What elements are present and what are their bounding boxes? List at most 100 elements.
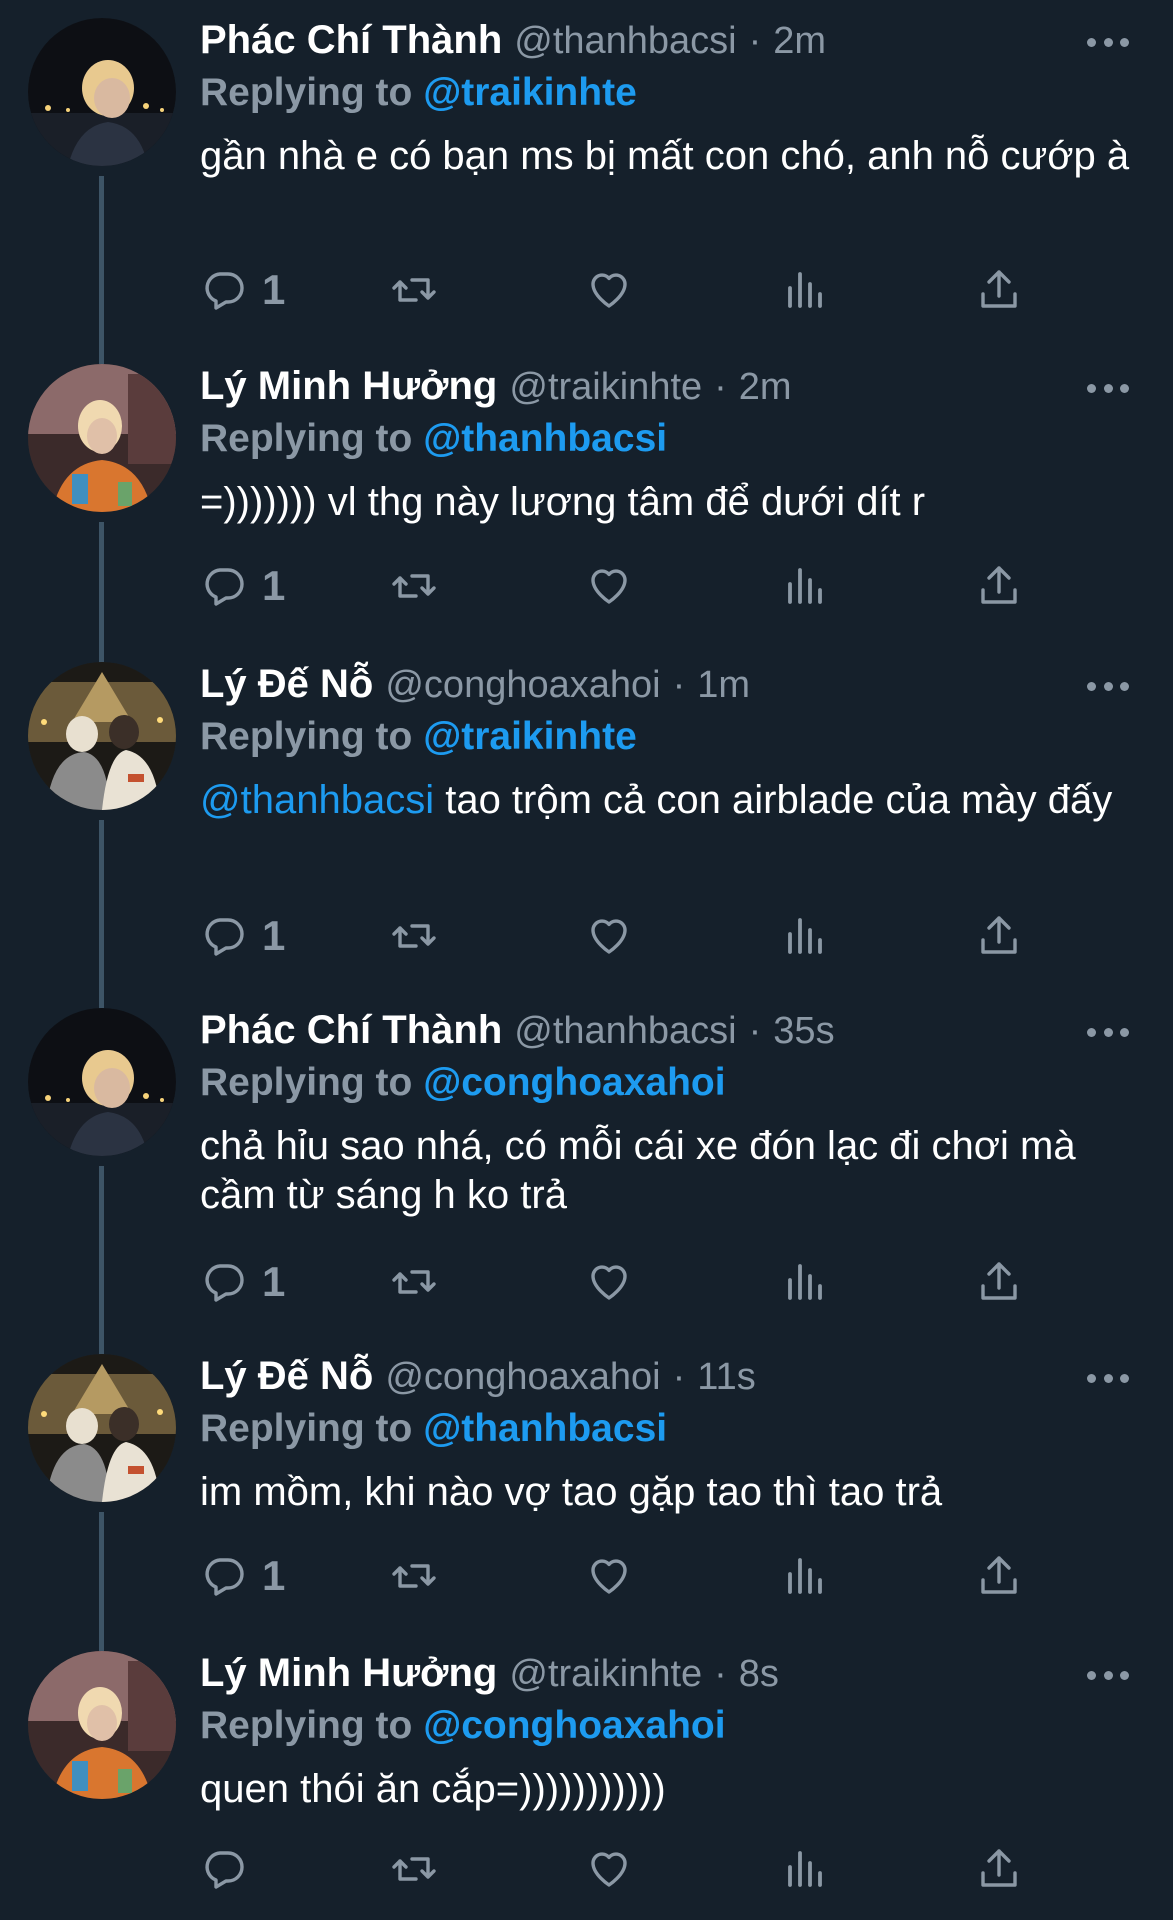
replying-prefix: Replying to [200,1061,413,1104]
tweet-header: Lý Đế Nỗ @conghoaxahoi · 1m [200,662,1133,712]
retweet-icon [392,924,436,948]
tweet[interactable]: Lý Đế Nỗ @conghoaxahoi · 11s Replying to… [0,1336,1173,1702]
timestamp[interactable]: 1m [697,664,750,707]
reply-button[interactable]: 1 [200,1546,285,1606]
share-button[interactable] [975,260,1023,320]
like-button[interactable] [585,1252,633,1312]
share-icon [981,1262,1017,1300]
stats-button[interactable] [780,1839,828,1899]
like-button[interactable] [585,260,633,320]
stats-button[interactable] [780,556,828,616]
author-name[interactable]: Phác Chí Thành [200,1008,502,1053]
tweet[interactable]: Lý Minh Hưởng @traikinhte · 2m Replying … [0,346,1173,712]
retweet-button[interactable] [390,1546,438,1606]
replying-mention[interactable]: @traikinhte [423,715,637,758]
author-name[interactable]: Lý Đế Nỗ [200,1354,373,1399]
author-name[interactable]: Phác Chí Thành [200,18,502,63]
avatar[interactable] [28,662,176,810]
more-icon[interactable] [1083,1012,1133,1052]
more-icon[interactable] [1083,22,1133,62]
stats-button[interactable] [780,1252,828,1312]
stats-button[interactable] [780,260,828,320]
like-button[interactable] [585,556,633,616]
avatar[interactable] [28,364,176,512]
replying-mention[interactable]: @thanhbacsi [423,417,667,460]
replying-mention[interactable]: @conghoaxahoi [423,1061,725,1104]
avatar[interactable] [28,1354,176,1502]
retweet-icon [392,574,436,598]
more-icon[interactable] [1083,368,1133,408]
reply-icon [205,568,244,606]
separator-dot: · [672,1356,686,1398]
share-button[interactable] [975,906,1023,966]
tweet-content: Phác Chí Thành @thanhbacsi · 2m Replying… [200,18,1133,181]
share-button[interactable] [975,1839,1023,1899]
author-handle[interactable]: @conghoaxahoi [385,664,660,707]
tweet-header: Phác Chí Thành @thanhbacsi · 2m [200,18,1133,68]
heart-icon [591,1852,627,1887]
reply-button[interactable] [200,1839,262,1899]
like-button[interactable] [585,1546,633,1606]
retweet-button[interactable] [390,1252,438,1312]
avatar[interactable] [28,18,176,166]
author-handle[interactable]: @thanhbacsi [514,20,736,63]
author-handle[interactable]: @thanhbacsi [514,1010,736,1053]
more-icon[interactable] [1083,1655,1133,1695]
author-name[interactable]: Lý Minh Hưởng [200,364,497,409]
separator-dot: · [714,1653,727,1695]
author-name[interactable]: Lý Minh Hưởng [200,1651,497,1696]
retweet-button[interactable] [390,1839,438,1899]
tweet[interactable]: Lý Đế Nỗ @conghoaxahoi · 1m Replying to … [0,644,1173,1010]
avatar[interactable] [28,1651,176,1799]
tweet-actions: 1 [200,260,1040,320]
tweet[interactable]: Lý Minh Hưởng @traikinhte · 8s Replying … [0,1633,1173,1920]
reply-button[interactable]: 1 [200,556,285,616]
share-button[interactable] [975,556,1023,616]
reply-thread: Phác Chí Thành @thanhbacsi · 2m Replying… [0,0,1173,1920]
reply-button[interactable]: 1 [200,1252,285,1312]
tweet-header: Phác Chí Thành @thanhbacsi · 35s [200,1008,1133,1058]
retweet-button[interactable] [390,906,438,966]
stats-icon [788,568,822,604]
timestamp[interactable]: 35s [773,1010,834,1053]
reply-button[interactable]: 1 [200,260,285,320]
share-button[interactable] [975,1546,1023,1606]
retweet-button[interactable] [390,260,438,320]
timestamp[interactable]: 2m [773,20,826,63]
author-handle[interactable]: @traikinhte [509,1653,702,1696]
stats-button[interactable] [780,1546,828,1606]
avatar[interactable] [28,1008,176,1156]
timestamp[interactable]: 11s [697,1356,755,1399]
tweet[interactable]: Phác Chí Thành @thanhbacsi · 35s Replyin… [0,990,1173,1356]
like-button[interactable] [585,906,633,966]
like-button[interactable] [585,1839,633,1899]
reply-icon [205,1558,244,1596]
author-name[interactable]: Lý Đế Nỗ [200,662,373,707]
tweet-body: quen thói ăn cắp=))))))))))) [200,1767,666,1811]
share-button[interactable] [975,1252,1023,1312]
tweet-body: tao trộm cả con airblade của mày đấy [434,778,1113,822]
more-icon[interactable] [1083,1358,1133,1398]
more-icon[interactable] [1083,666,1133,706]
replying-prefix: Replying to [200,1407,413,1450]
share-icon [981,1556,1017,1594]
timestamp[interactable]: 2m [739,366,792,409]
tweet[interactable]: Phác Chí Thành @thanhbacsi · 2m Replying… [0,0,1173,366]
replying-mention[interactable]: @thanhbacsi [423,1407,667,1450]
reply-button[interactable]: 1 [200,906,285,966]
text-mention[interactable]: @thanhbacsi [200,778,434,822]
tweet-header: Lý Minh Hưởng @traikinhte · 2m [200,364,1133,414]
author-handle[interactable]: @conghoaxahoi [385,1356,660,1399]
stats-button[interactable] [780,906,828,966]
author-handle[interactable]: @traikinhte [509,366,702,409]
tweet-content: Lý Minh Hưởng @traikinhte · 2m Replying … [200,364,1133,527]
retweet-button[interactable] [390,556,438,616]
timestamp[interactable]: 8s [739,1653,779,1696]
retweet-icon [392,1270,436,1294]
replying-mention[interactable]: @traikinhte [423,71,637,114]
reply-count: 1 [262,912,286,959]
replying-to: Replying to @conghoaxahoi [200,1701,1133,1751]
tweet-body: chả hỉu sao nhá, có mỗi cái xe đón lạc đ… [200,1124,1076,1217]
tweet-actions: 1 [200,1252,1040,1312]
replying-mention[interactable]: @conghoaxahoi [423,1704,725,1747]
